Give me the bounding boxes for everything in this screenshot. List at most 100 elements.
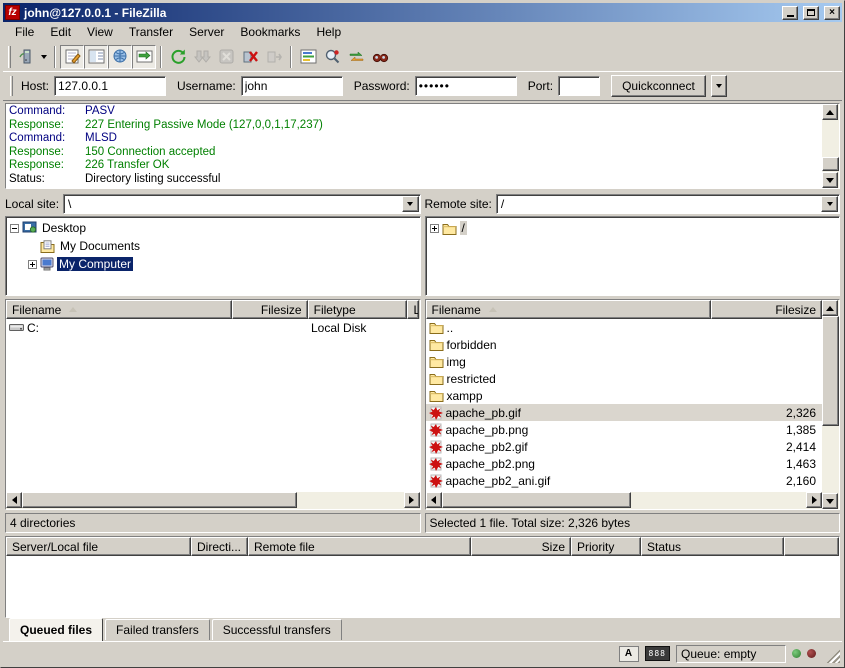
collapse-icon[interactable] [10, 224, 19, 233]
site-manager-button[interactable] [14, 45, 38, 69]
password-input[interactable] [415, 76, 517, 96]
message-log-scrollbar[interactable] [822, 104, 839, 188]
queue-column-status[interactable]: Status [641, 537, 784, 556]
synchronized-browsing-button[interactable] [344, 45, 368, 69]
message-log: Command:PASVResponse:227 Entering Passiv… [5, 103, 840, 189]
tree-item-desktop[interactable]: Desktop [8, 219, 418, 237]
tab-queued-files[interactable]: Queued files [9, 618, 103, 641]
username-input[interactable] [241, 76, 343, 96]
toggle-local-tree-button[interactable] [84, 45, 108, 69]
speed-limits-icon[interactable]: 888 [645, 646, 670, 661]
tab-successful-transfers[interactable]: Successful transfers [212, 619, 342, 640]
scroll-right-icon[interactable] [404, 492, 420, 508]
maximize-button[interactable] [803, 6, 819, 20]
menu-bar: FileEditViewTransferServerBookmarksHelp [3, 22, 842, 42]
column-header-l[interactable]: L [407, 300, 419, 319]
queue-column-server-local-file[interactable]: Server/Local file [6, 537, 191, 556]
file-row-xampp[interactable]: xampp [426, 387, 823, 404]
queue-status-text: Queue: empty [681, 647, 756, 661]
menu-edit[interactable]: Edit [42, 23, 79, 41]
scroll-up-icon[interactable] [822, 300, 838, 316]
file-name: img [447, 355, 466, 369]
remote-horizontal-scrollbar[interactable] [426, 492, 823, 509]
scrollbar-thumb[interactable] [442, 492, 632, 508]
remote-site-dropdown-button[interactable] [821, 196, 838, 212]
menu-view[interactable]: View [79, 23, 121, 41]
file-row-apache-pb2.png[interactable]: apache_pb2.png1,463 [426, 455, 823, 472]
toolbar-separator [54, 46, 56, 68]
toggle-message-log-button[interactable] [60, 45, 84, 69]
local-horizontal-scrollbar[interactable] [6, 492, 420, 509]
toggle-transfer-queue-button[interactable] [132, 45, 156, 69]
column-header-filename[interactable]: Filename [6, 300, 232, 319]
queue-column-size[interactable]: Size [471, 537, 571, 556]
site-manager-button-dropdown[interactable] [38, 45, 50, 69]
file-row-apache-pb.gif[interactable]: apache_pb.gif2,326 [426, 404, 823, 421]
file-row-apache-pb2-ani.gif[interactable]: apache_pb2_ani.gif2,160 [426, 472, 823, 489]
transfer-type-indicator-icon[interactable]: A [619, 646, 639, 662]
local-site-dropdown-button[interactable] [402, 196, 419, 212]
menu-bookmarks[interactable]: Bookmarks [232, 23, 308, 41]
menu-file[interactable]: File [7, 23, 42, 41]
local-site-combo[interactable]: \ [63, 194, 420, 214]
status-led-green-icon [792, 649, 801, 658]
tree-item--[interactable]: / [428, 219, 838, 237]
file-row-restricted[interactable]: restricted [426, 370, 823, 387]
expand-icon[interactable] [28, 260, 37, 269]
scroll-left-icon[interactable] [6, 492, 22, 508]
queue-body [6, 556, 839, 617]
expand-icon[interactable] [430, 224, 439, 233]
queue-column-priority[interactable]: Priority [571, 537, 641, 556]
drive-icon [9, 322, 24, 333]
file-name-cell: apache_pb2.gif [426, 440, 711, 454]
filename-filters-button[interactable] [320, 45, 344, 69]
host-input[interactable] [54, 76, 166, 96]
remote-vertical-scrollbar[interactable] [822, 300, 839, 509]
tree-item-my-computer[interactable]: My Computer [8, 255, 418, 273]
find-files-button[interactable] [368, 45, 392, 69]
column-label: L [413, 303, 419, 317]
minimize-button[interactable] [782, 6, 798, 20]
column-header-filename[interactable]: Filename [426, 300, 711, 319]
menu-server[interactable]: Server [181, 23, 232, 41]
image-file-icon [429, 440, 443, 454]
quickconnect-dropdown-button[interactable] [711, 75, 727, 97]
quickconnect-button[interactable]: Quickconnect [611, 75, 706, 97]
column-header-filesize[interactable]: Filesize [232, 300, 308, 319]
scrollbar-thumb[interactable] [22, 492, 297, 508]
port-input[interactable] [558, 76, 600, 96]
resize-grip[interactable] [826, 649, 840, 663]
toggle-remote-tree-button[interactable] [108, 45, 132, 69]
file-row-..[interactable]: .. [426, 319, 823, 336]
column-header-filesize[interactable]: Filesize [711, 300, 823, 319]
file-row-img[interactable]: img [426, 353, 823, 370]
scrollbar-thumb[interactable] [822, 157, 839, 171]
scroll-right-icon[interactable] [806, 492, 822, 508]
queue-column-directi-[interactable]: Directi... [191, 537, 248, 556]
menu-help[interactable]: Help [308, 23, 349, 41]
title-bar: fz john@127.0.0.1 - FileZilla × [3, 3, 842, 22]
disconnect-button[interactable] [238, 45, 262, 69]
tree-item-my-documents[interactable]: My Documents [8, 237, 418, 255]
scroll-down-icon[interactable] [822, 493, 838, 509]
file-row-apache-pb2.gif[interactable]: apache_pb2.gif2,414 [426, 438, 823, 455]
remote-site-combo[interactable]: / [496, 194, 840, 214]
scroll-down-icon[interactable] [822, 172, 838, 188]
tab-failed-transfers[interactable]: Failed transfers [105, 619, 210, 640]
scroll-up-icon[interactable] [822, 104, 838, 120]
menu-transfer[interactable]: Transfer [121, 23, 181, 41]
scroll-left-icon[interactable] [426, 492, 442, 508]
folder-icon [429, 321, 444, 334]
close-button[interactable]: × [824, 6, 840, 20]
log-line-text: PASV [85, 105, 115, 119]
log-line-type: Response: [9, 146, 85, 160]
directory-comparison-button[interactable] [296, 45, 320, 69]
host-label: Host: [21, 79, 49, 93]
scrollbar-thumb[interactable] [822, 316, 839, 426]
refresh-button[interactable] [166, 45, 190, 69]
file-row-apache-pb.png[interactable]: apache_pb.png1,385 [426, 421, 823, 438]
column-header-filetype[interactable]: Filetype [308, 300, 408, 319]
file-row-c-[interactable]: C:Local Disk [6, 319, 420, 336]
file-row-forbidden[interactable]: forbidden [426, 336, 823, 353]
queue-column-remote-file[interactable]: Remote file [248, 537, 471, 556]
